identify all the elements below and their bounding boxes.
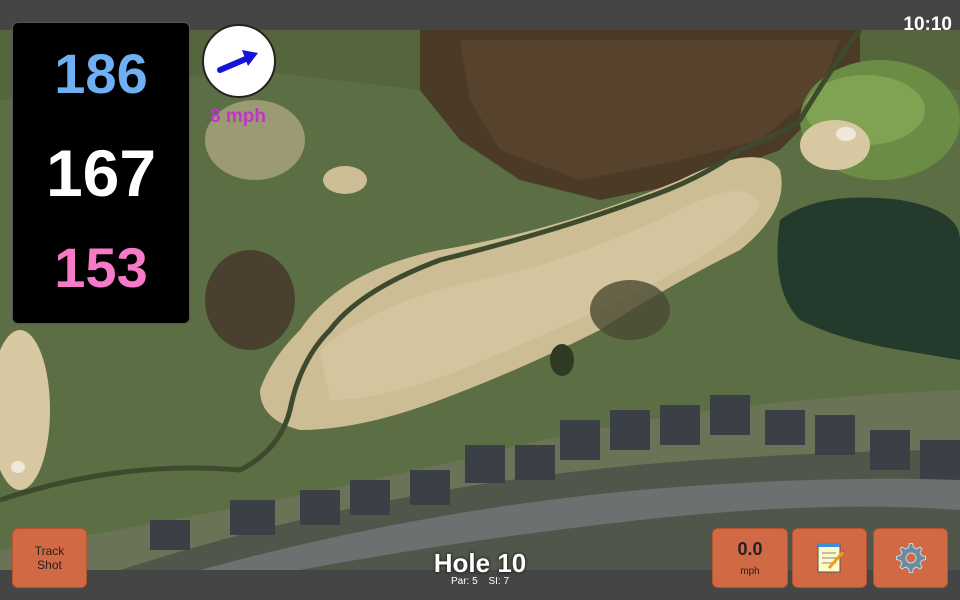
- wind-indicator[interactable]: [202, 24, 276, 98]
- gear-icon: [895, 543, 926, 573]
- hole-stroke-index: SI: 7: [488, 576, 510, 587]
- settings-button[interactable]: [873, 528, 948, 588]
- wind-arrow-icon: [217, 50, 258, 73]
- track-shot-label-line1: Track: [34, 544, 65, 558]
- speed-value: 0.0: [737, 539, 763, 559]
- track-shot-button[interactable]: Track Shot: [12, 528, 87, 588]
- speed-button[interactable]: 0.0 mph: [712, 528, 788, 588]
- hole-details: Par: 5 SI: 7: [380, 576, 580, 587]
- speed-unit: mph: [740, 566, 760, 577]
- back-distance: 186: [54, 42, 148, 105]
- hole-title: Hole 10: [433, 548, 527, 578]
- notepad-icon: [817, 543, 845, 573]
- notes-button[interactable]: [792, 528, 867, 588]
- wind-speed: 8 mph: [210, 106, 266, 127]
- front-distance: 153: [54, 236, 148, 299]
- middle-distance: 167: [45, 136, 157, 210]
- track-shot-label-line2: Shot: [37, 558, 62, 572]
- hole-par: Par: 5: [450, 576, 478, 587]
- distance-panel: 186 167 153: [12, 22, 190, 324]
